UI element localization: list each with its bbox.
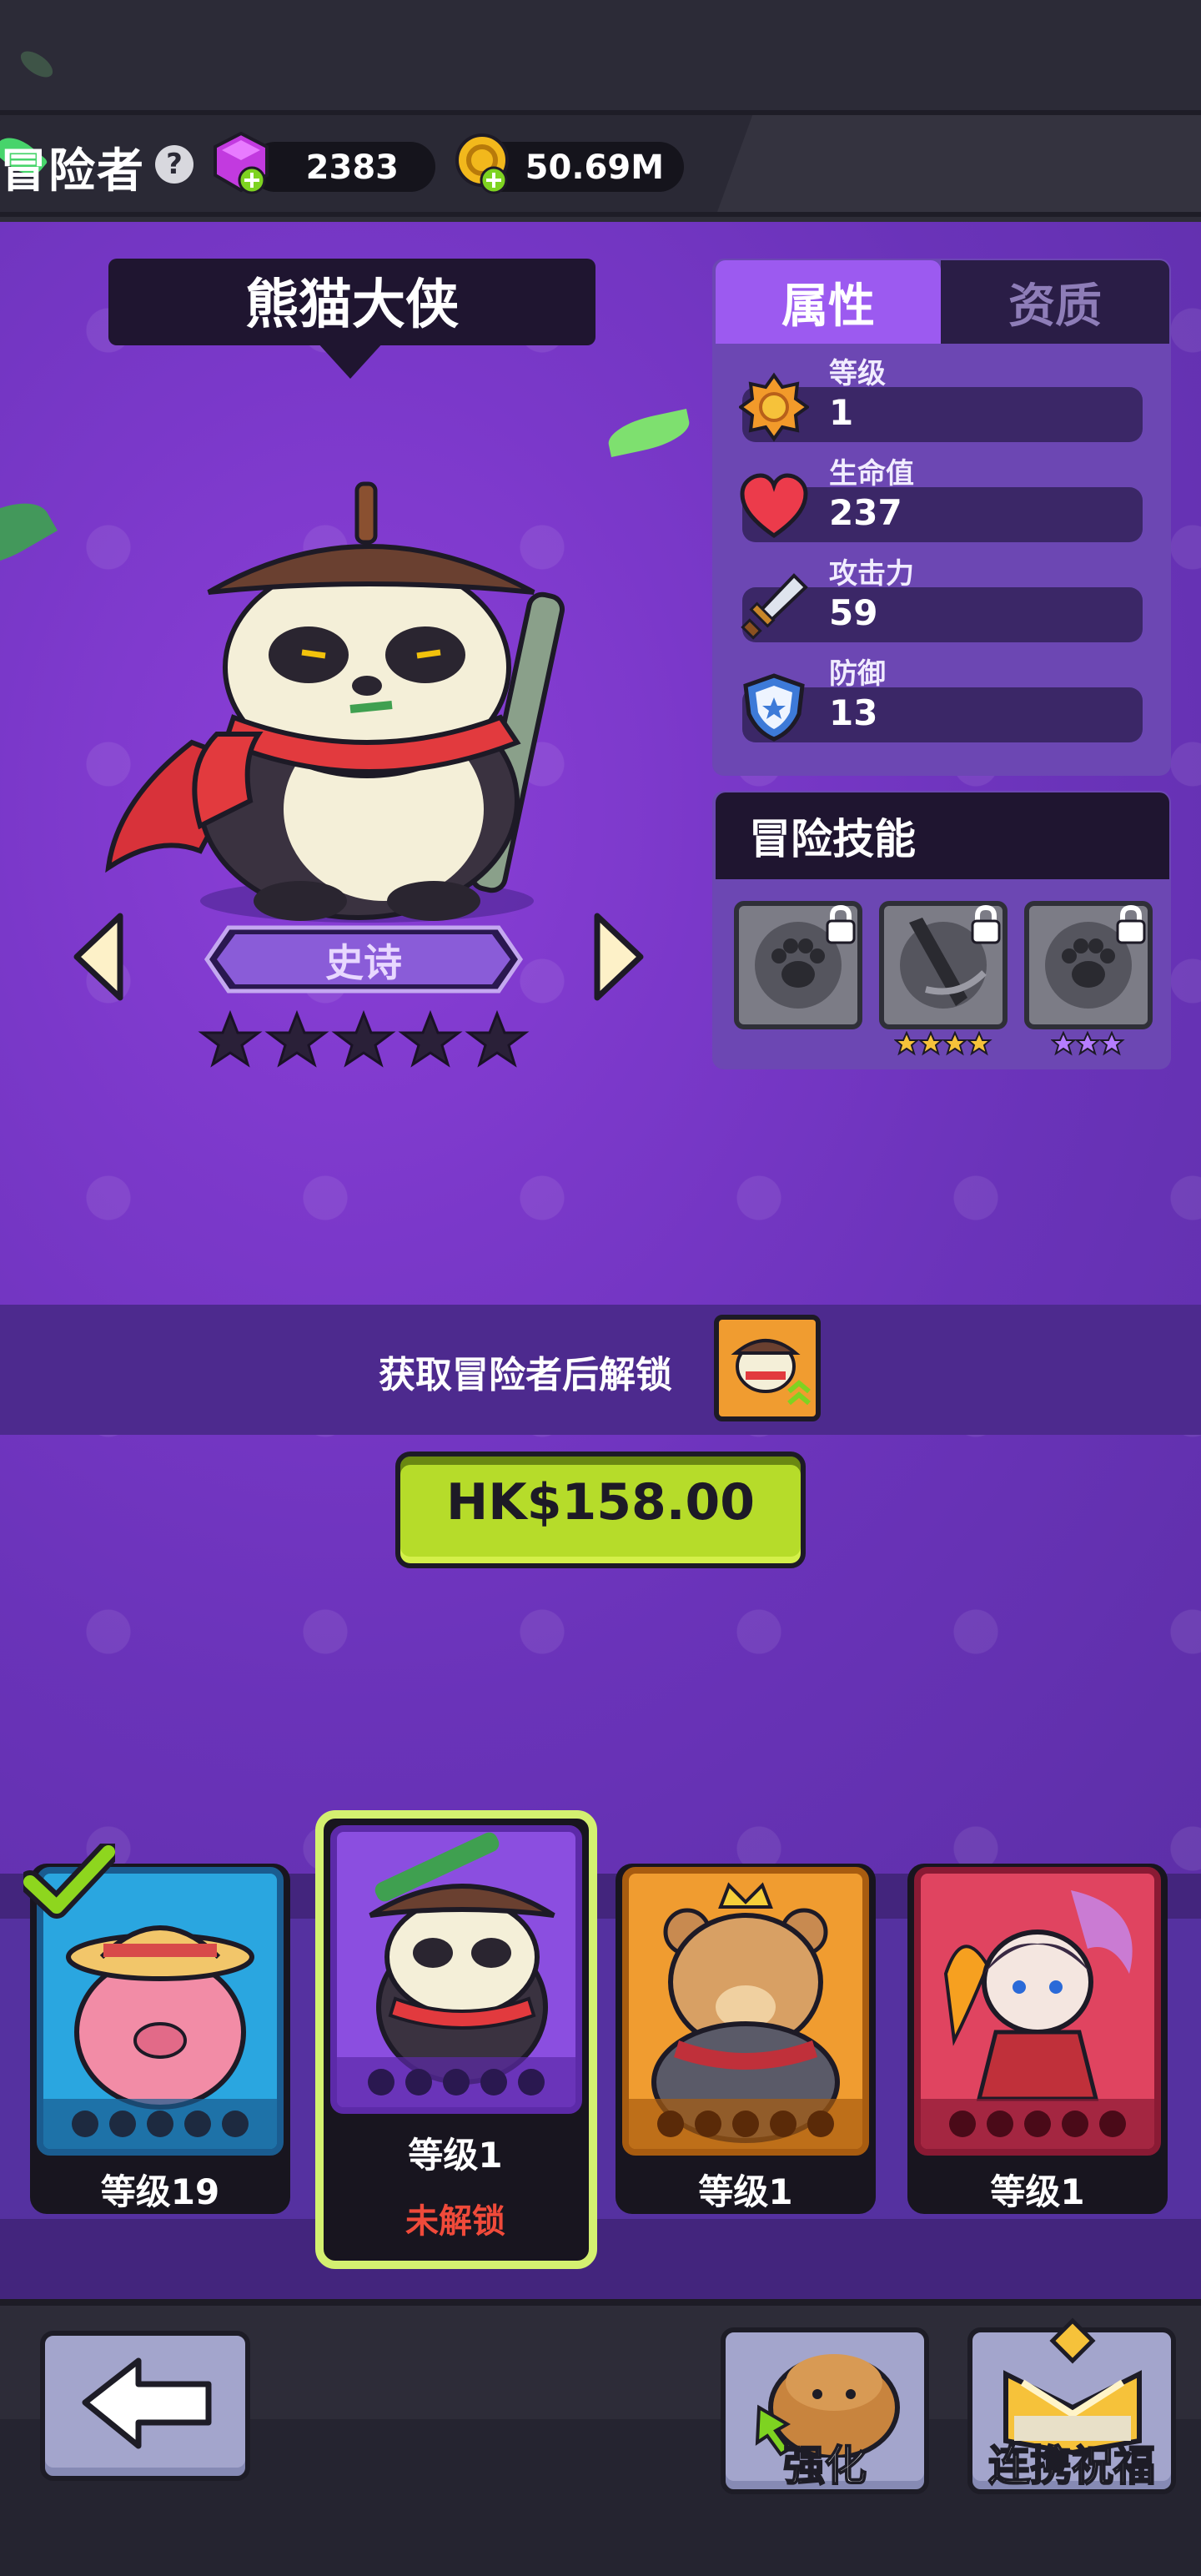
panda-hero-thumbnail bbox=[330, 1825, 582, 2114]
skills-title: 冒险技能 bbox=[749, 815, 916, 863]
gold-coin-icon[interactable] bbox=[450, 130, 517, 197]
enhance-label: 强化 bbox=[782, 2441, 867, 2491]
hero-name: 熊猫大侠 bbox=[245, 274, 459, 336]
enhance-button[interactable]: 强化 bbox=[721, 2327, 929, 2494]
hero-card-level: 等级19 bbox=[100, 2171, 220, 2212]
top-status-strip bbox=[0, 0, 1201, 110]
next-hero-arrow-icon[interactable] bbox=[589, 911, 647, 1003]
stat-value-defense: 13 bbox=[829, 692, 878, 733]
sword-icon bbox=[741, 573, 808, 640]
prev-hero-arrow-icon[interactable] bbox=[70, 911, 128, 1003]
gem-icon[interactable] bbox=[212, 132, 270, 195]
lock-icon bbox=[971, 904, 1001, 944]
question-icon[interactable]: ? bbox=[155, 145, 193, 184]
header-slant-decoration bbox=[717, 115, 1201, 212]
hero-card-level: 等级1 bbox=[408, 2135, 503, 2176]
tab-attributes-label: 属性 bbox=[781, 279, 875, 334]
gem-counter[interactable]: 2383 bbox=[250, 142, 435, 192]
page-title: 冒险者 bbox=[0, 144, 145, 199]
level-badge-icon bbox=[739, 372, 809, 442]
unlock-hint: 获取冒险者后解锁 bbox=[379, 1354, 672, 1396]
buy-price-label: HK$158.00 bbox=[446, 1473, 755, 1532]
stat-label-attack: 攻击力 bbox=[829, 557, 914, 591]
hero-card-level: 等级1 bbox=[990, 2171, 1085, 2212]
lock-icon bbox=[1116, 904, 1146, 944]
skill-3-star-rating bbox=[1051, 1031, 1125, 1056]
gold-amount: 50.69M bbox=[525, 148, 664, 187]
bear-hero-portrait bbox=[622, 1867, 869, 2156]
owned-check-icon bbox=[23, 1844, 115, 1919]
shield-icon bbox=[743, 673, 805, 742]
leaf-decoration bbox=[16, 46, 58, 83]
gem-amount: 2383 bbox=[305, 148, 399, 187]
back-arrow-icon bbox=[82, 2357, 212, 2449]
stat-value-level: 1 bbox=[829, 392, 854, 433]
lock-icon bbox=[826, 904, 856, 944]
hero-card-level: 等级1 bbox=[698, 2171, 793, 2212]
stat-label-level: 等级 bbox=[829, 357, 886, 390]
tab-aptitude-label: 资质 bbox=[1008, 279, 1102, 334]
bless-button[interactable]: 连携祝福 bbox=[967, 2317, 1176, 2494]
dragon-mage-hero-portrait bbox=[914, 1867, 1161, 2156]
name-plate-tail bbox=[317, 342, 384, 379]
stat-value-attack: 59 bbox=[829, 592, 878, 633]
rarity-label: 史诗 bbox=[325, 940, 402, 985]
locked-status: 未解锁 bbox=[405, 2202, 505, 2241]
bless-label: 连携祝福 bbox=[987, 2441, 1156, 2491]
heart-icon bbox=[740, 473, 808, 539]
hero-star-rating bbox=[198, 1009, 530, 1068]
stat-label-hp: 生命值 bbox=[829, 457, 914, 491]
skill-2-star-rating bbox=[894, 1031, 992, 1056]
back-button[interactable] bbox=[40, 2331, 250, 2481]
hero-shard-icon[interactable] bbox=[714, 1315, 821, 1421]
stat-value-hp: 237 bbox=[829, 492, 902, 533]
stat-label-defense: 防御 bbox=[829, 657, 886, 691]
panda-hero-portrait bbox=[105, 481, 565, 923]
